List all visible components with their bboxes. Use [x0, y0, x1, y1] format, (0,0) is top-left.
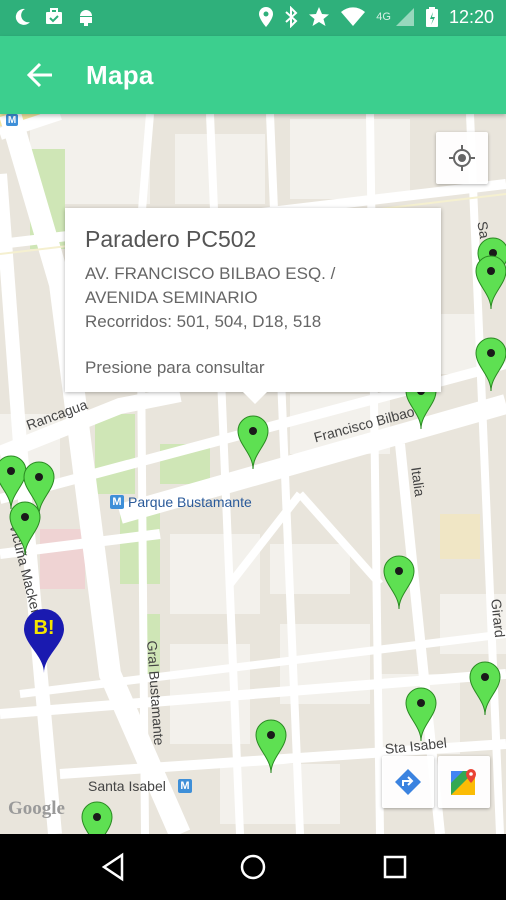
info-window-pointer: [243, 392, 267, 404]
bus-stop-marker[interactable]: [404, 686, 438, 742]
info-window-title: Paradero PC502: [85, 226, 257, 252]
map-view[interactable]: Francisco Bilbao Rancagua Vicuña Macken …: [0, 114, 506, 834]
google-maps-icon: [451, 769, 476, 795]
bus-stop-marker[interactable]: [382, 554, 416, 610]
metro-station-parque-bustamante[interactable]: M Parque Bustamante: [110, 494, 252, 510]
bip-badge-text: B!: [33, 617, 55, 639]
info-window-hint: Presione para consultar: [85, 358, 265, 377]
bus-stop-marker[interactable]: [474, 336, 506, 392]
bus-stop-marker[interactable]: [468, 660, 502, 716]
android-icon: [80, 10, 92, 26]
bip-recharge-marker[interactable]: B!: [22, 608, 66, 674]
nav-recents-icon[interactable]: [380, 852, 410, 882]
location-icon: [259, 7, 274, 27]
metro-badge-top: M: [6, 114, 18, 126]
status-left-icons: [12, 7, 96, 27]
status-bar: 4G 12:20: [0, 0, 506, 36]
bus-stop-marker[interactable]: [80, 800, 114, 834]
page-title: Mapa: [86, 60, 154, 90]
directions-button[interactable]: [382, 756, 434, 808]
battery-icon: [425, 7, 438, 27]
bus-stop-marker[interactable]: [474, 254, 506, 310]
bus-stop-marker[interactable]: [254, 718, 288, 774]
bus-stop-marker[interactable]: [8, 500, 42, 556]
bus-stop-marker[interactable]: [236, 414, 270, 470]
bus-stop-info-window[interactable]: Paradero PC502 AV. FRANCISCO BILBAO ESQ.…: [65, 208, 441, 404]
open-google-maps-button[interactable]: [438, 756, 490, 808]
metro-badge-santa-isabel: M: [178, 779, 192, 793]
clock: 12:20: [448, 7, 494, 27]
my-location-button[interactable]: [436, 132, 488, 184]
metro-badge: M: [110, 495, 124, 509]
briefcase-icon: [46, 8, 62, 24]
street-label-santa-isabel: Santa Isabel: [88, 778, 166, 794]
app-bar: Mapa: [0, 36, 506, 114]
street-label-girardi: Girard: [488, 598, 506, 639]
my-location-icon: [449, 145, 475, 171]
bluetooth-icon: [285, 6, 298, 28]
moon-icon: [15, 8, 30, 25]
wifi-icon: [341, 7, 366, 26]
system-navigation-bar: [0, 834, 506, 900]
signal-icon: [395, 8, 414, 26]
nav-home-icon[interactable]: [238, 852, 268, 882]
info-window-routes: Recorridos: 501, 504, D18, 518: [85, 312, 322, 331]
nav-back-icon[interactable]: [98, 852, 128, 882]
back-arrow-icon[interactable]: [26, 61, 54, 89]
info-window-address-line1: AV. FRANCISCO BILBAO ESQ. /: [85, 264, 336, 283]
star-icon: [309, 7, 330, 26]
directions-icon: [395, 769, 421, 795]
info-window-address-line2: AVENIDA SEMINARIO: [85, 288, 258, 307]
metro-label: Parque Bustamante: [128, 494, 252, 510]
status-right-icons: 4G 12:20: [258, 6, 494, 28]
google-logo: Google: [8, 798, 65, 819]
network-type: 4G: [376, 11, 391, 23]
